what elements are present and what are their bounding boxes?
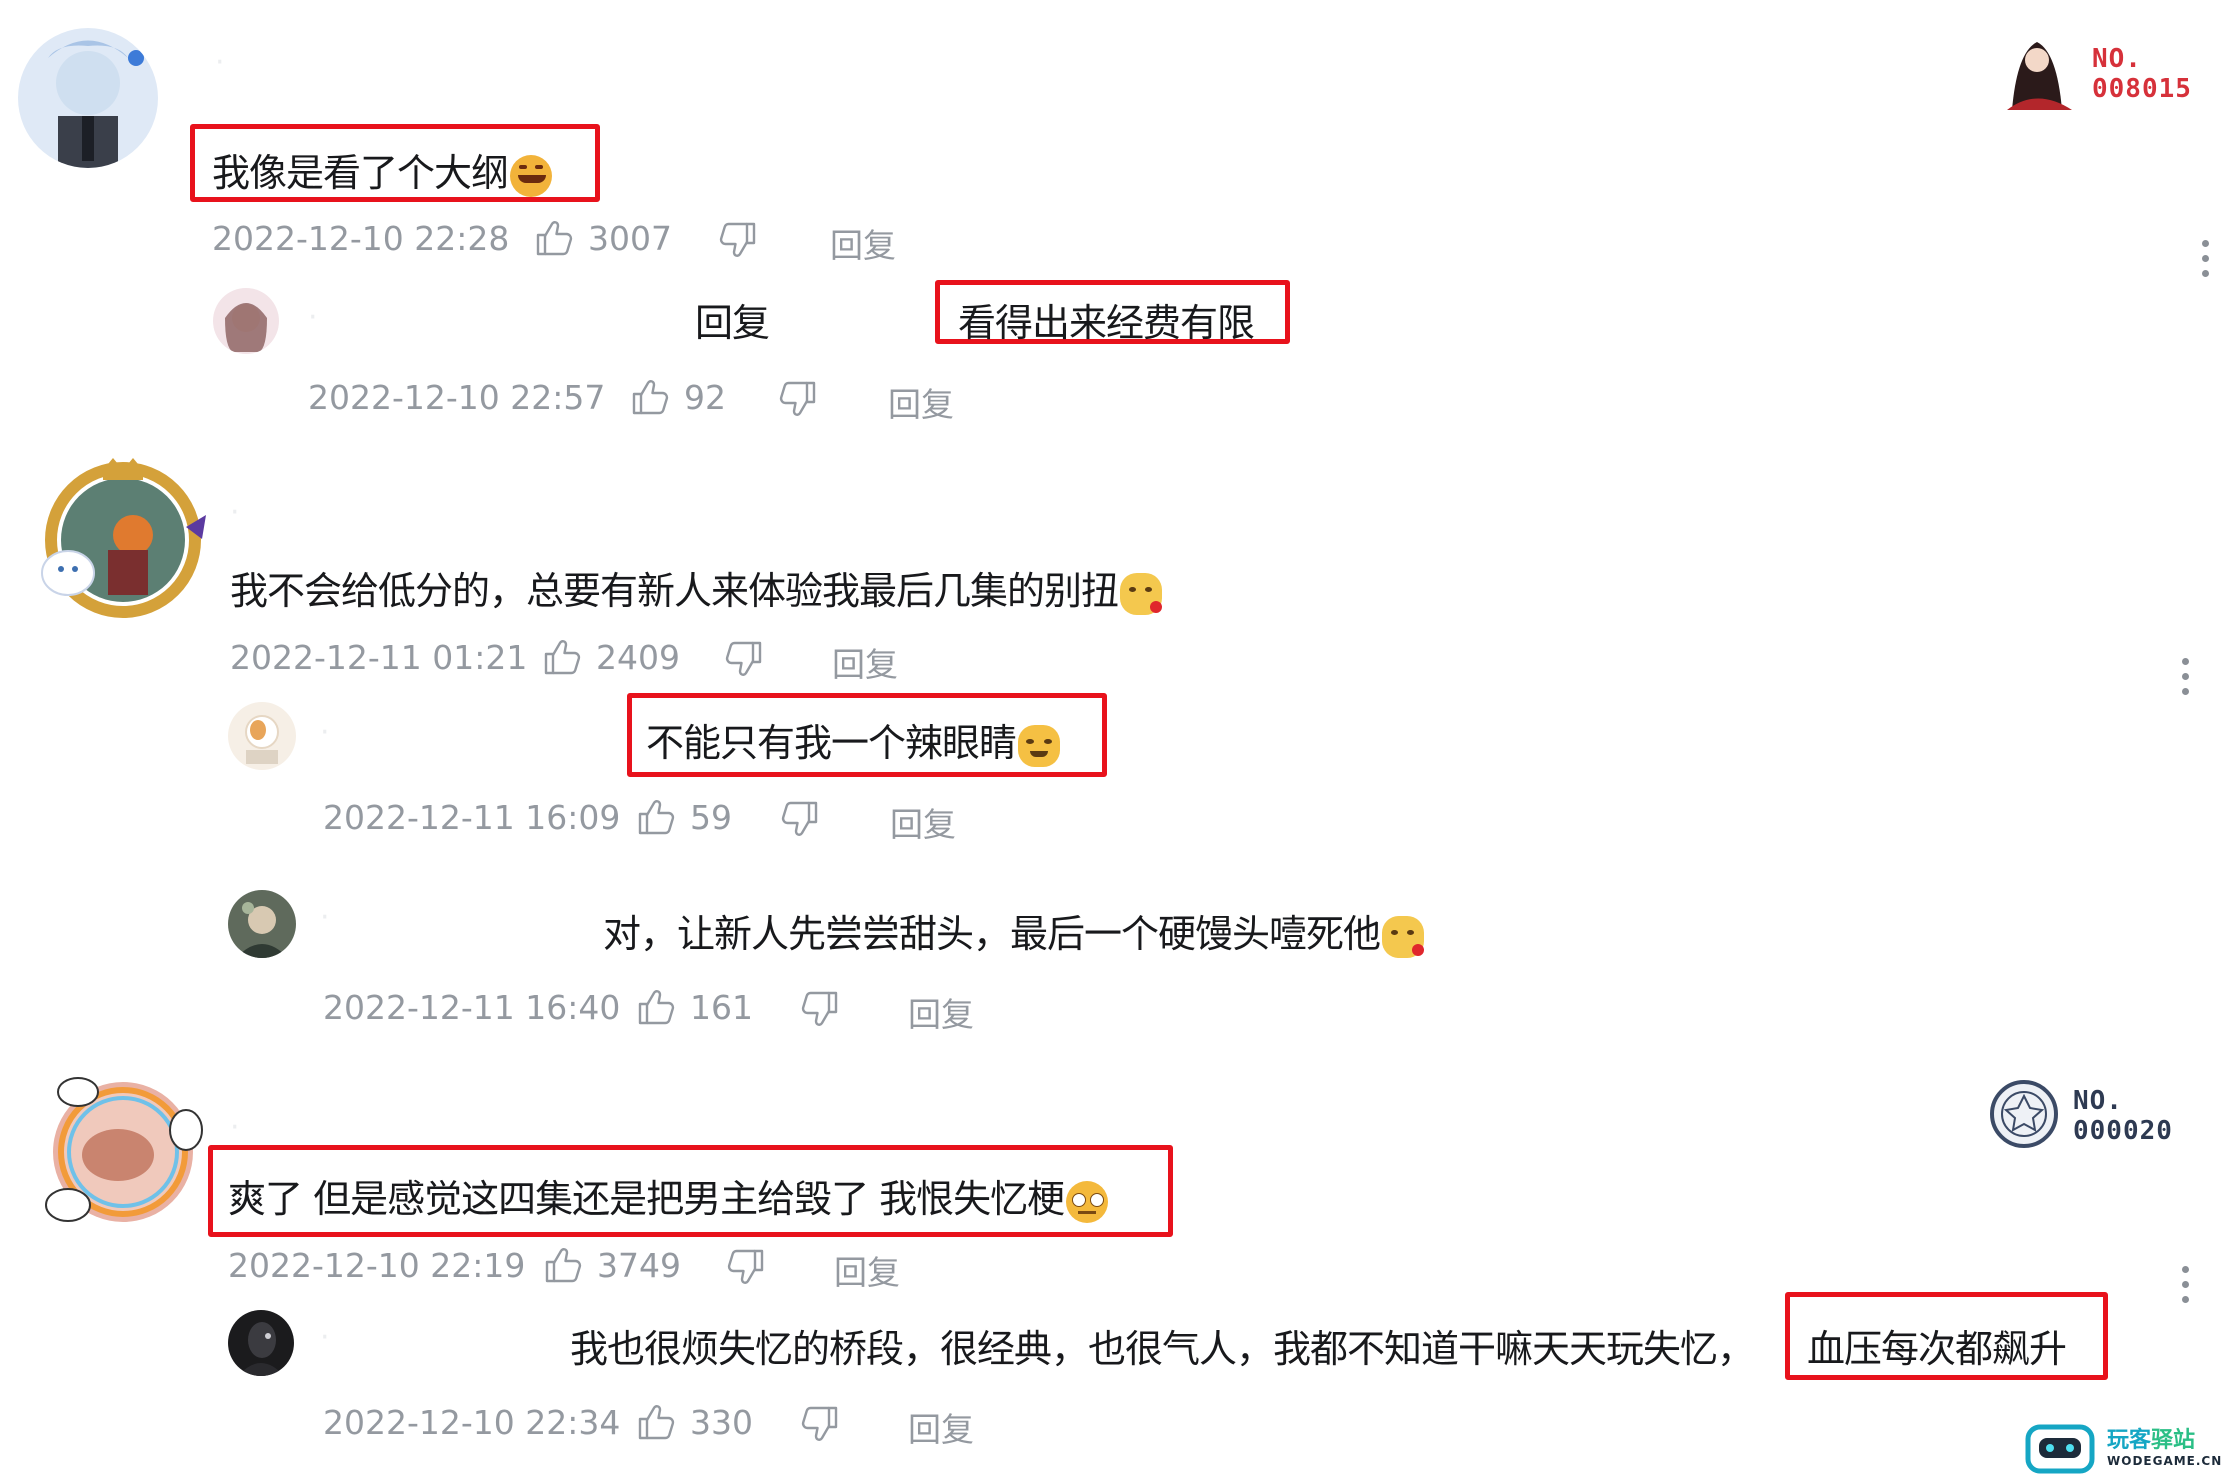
username[interactable]: · [215, 45, 225, 80]
avatar[interactable] [28, 455, 212, 620]
like-icon[interactable] [636, 1402, 676, 1442]
watermark-cn-a: 玩客 [2107, 1428, 2152, 1453]
comment-time: 2022-12-10 22:19 [228, 1246, 526, 1285]
avatar[interactable] [228, 1310, 294, 1376]
grin-emoji [1018, 724, 1061, 767]
username[interactable]: · [320, 900, 330, 935]
more-options-icon[interactable] [2181, 1266, 2191, 1311]
reply-button[interactable]: 回复 [888, 378, 954, 426]
reply-word: 回复 [695, 301, 770, 345]
reply-text-highlighted: 血压每次都飙升 [1807, 1327, 2067, 1371]
reply-button[interactable]: 回复 [834, 1246, 900, 1294]
comment-text: 我像是看了个大纲 [212, 142, 553, 197]
reply-button[interactable]: 回复 [832, 638, 898, 686]
avatar[interactable] [38, 1070, 208, 1230]
fan-badge: NO. 000020 [1988, 1078, 2198, 1158]
reply-text: 对，让新人先尝尝甜头，最后一个硬馒头噎死他 [603, 903, 1425, 958]
like-icon[interactable] [636, 987, 676, 1027]
reply-button[interactable]: 回复 [830, 219, 896, 267]
dislike-icon[interactable] [800, 1404, 840, 1444]
dislike-icon[interactable] [724, 639, 764, 679]
username[interactable]: · [230, 495, 240, 530]
badge-number: NO. 008015 [2092, 44, 2192, 104]
like-count: 330 [690, 1403, 753, 1442]
like-count: 2409 [596, 638, 680, 677]
avatar[interactable] [228, 702, 296, 770]
reply-time: 2022-12-10 22:57 [308, 378, 606, 417]
crest-badge-icon [1990, 1080, 2058, 1148]
like-count: 161 [690, 988, 753, 1027]
like-count: 59 [690, 798, 732, 837]
reply-button[interactable]: 回复 [908, 1403, 974, 1451]
robot-logo-icon [2025, 1424, 2095, 1474]
badge-number: NO. 000020 [2073, 1086, 2173, 1146]
more-options-icon[interactable] [2201, 240, 2211, 285]
comment-time: 2022-12-10 22:28 [212, 219, 510, 258]
more-options-icon[interactable] [2181, 658, 2191, 703]
like-icon[interactable] [630, 377, 670, 417]
dislike-icon[interactable] [780, 799, 820, 839]
reply-button[interactable]: 回复 [908, 988, 974, 1036]
comment-text: 爽了 但是感觉这四集还是把男主给毁了 我恨失忆梗 [228, 1168, 1109, 1223]
like-icon[interactable] [636, 797, 676, 837]
reply-text: 不能只有我一个辣眼睛 [646, 712, 1061, 767]
dislike-icon[interactable] [800, 989, 840, 1029]
rolleyes-emoji [1066, 1180, 1109, 1223]
reply-text: 看得出来经费有限 [958, 301, 1255, 345]
like-icon[interactable] [542, 637, 582, 677]
reply-time: 2022-12-11 16:09 [323, 798, 621, 837]
username[interactable]: · [308, 300, 318, 335]
comment-time: 2022-12-11 01:21 [230, 638, 528, 677]
comment-text: 我不会给低分的，总要有新人来体验我最后几集的别扭 [230, 560, 1163, 615]
watermark-cn-b: 驿站 [2151, 1428, 2196, 1453]
username[interactable]: · [230, 1110, 240, 1145]
like-count: 3749 [597, 1246, 681, 1285]
avatar[interactable] [228, 890, 296, 958]
dislike-icon[interactable] [718, 220, 758, 260]
cat-emoji [1382, 915, 1425, 958]
reply-time: 2022-12-11 16:40 [323, 988, 621, 1027]
like-count: 3007 [588, 219, 672, 258]
avatar[interactable] [18, 28, 158, 168]
cat-emoji [1120, 572, 1163, 615]
reply-time: 2022-12-10 22:34 [323, 1403, 621, 1442]
dislike-icon[interactable] [778, 379, 818, 419]
like-icon[interactable] [534, 218, 574, 258]
username[interactable]: · [320, 715, 330, 750]
dislike-icon[interactable] [726, 1247, 766, 1287]
reply-text: 我也很烦失忆的桥段，很经典，也很气人，我都不知道干嘛天天玩失忆， [570, 1327, 1755, 1371]
like-icon[interactable] [543, 1245, 583, 1285]
like-count: 92 [684, 378, 726, 417]
username[interactable]: · [320, 1320, 330, 1355]
fan-badge: NO. 008015 [1992, 32, 2212, 112]
grin-emoji [510, 154, 553, 197]
watermark-domain: WODEGAME.CN [2107, 1454, 2223, 1468]
watermark: 玩客驿站 WODEGAME.CN [2025, 1420, 2230, 1478]
avatar[interactable] [213, 288, 279, 354]
character-badge-icon [2007, 42, 2072, 110]
reply-button[interactable]: 回复 [890, 798, 956, 846]
